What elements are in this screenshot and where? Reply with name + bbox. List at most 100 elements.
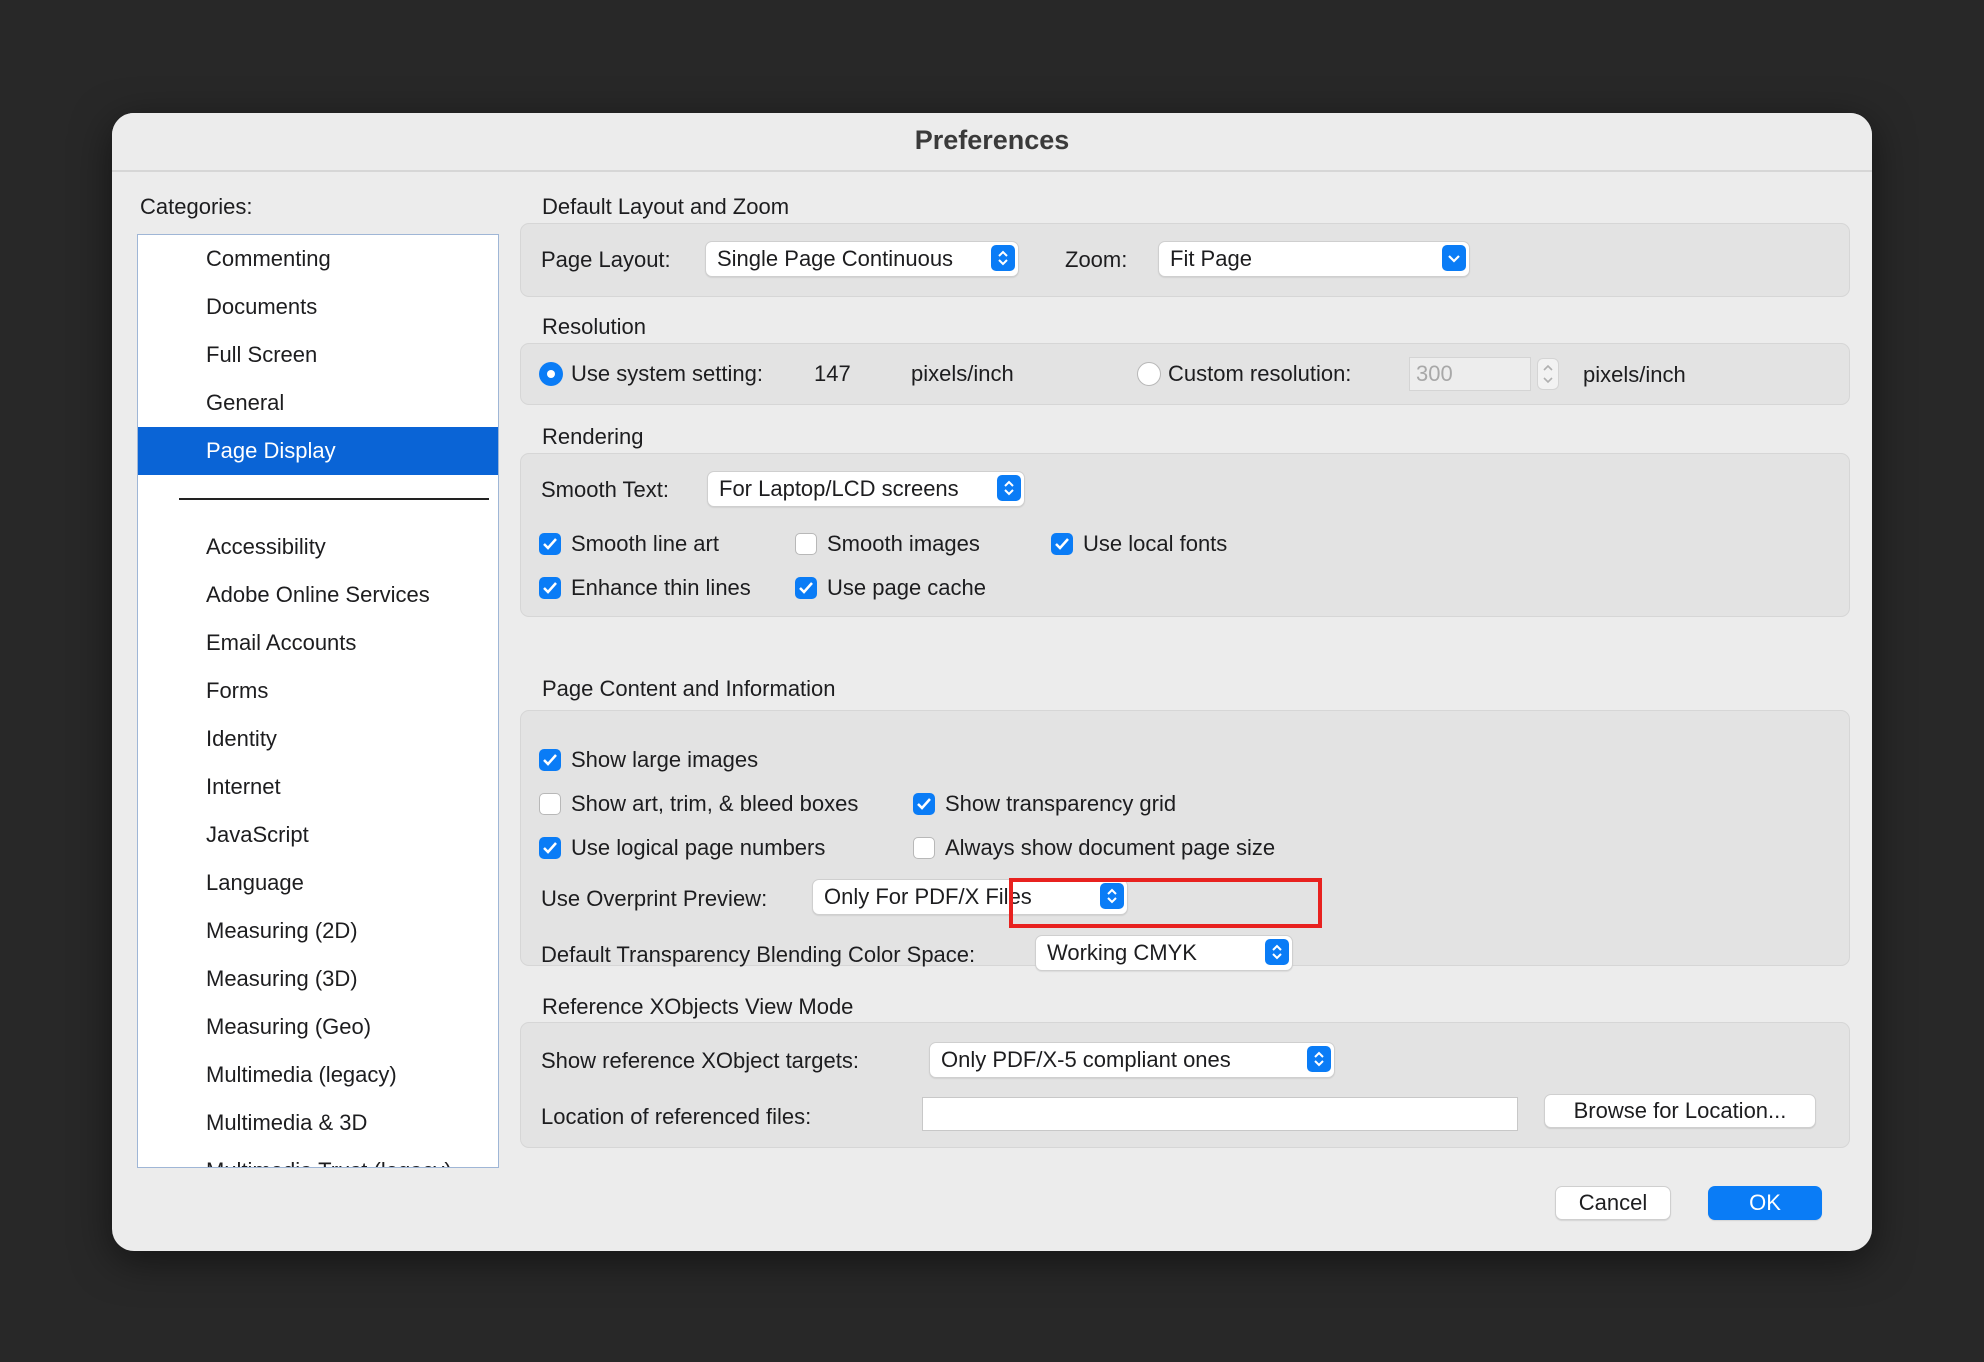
rendering-group: Smooth Text: For Laptop/LCD screens Smoo… [520, 453, 1850, 617]
smooth-text-label: Smooth Text: [541, 477, 669, 502]
category-item-adobe-online-services[interactable]: Adobe Online Services [138, 571, 498, 619]
resolution-group: Use system setting: 147 pixels/inch Cust… [520, 343, 1850, 405]
use-system-setting-radio[interactable] [539, 362, 563, 386]
blending-color-space-label: Default Transparency Blending Color Spac… [541, 942, 976, 967]
always-show-page-size-checkbox[interactable] [913, 837, 935, 859]
checkmark-icon [1055, 538, 1069, 550]
category-item-multimedia-3d[interactable]: Multimedia & 3D [138, 1099, 498, 1147]
up-down-arrows-icon [1265, 939, 1289, 965]
up-down-arrows-icon [1307, 1046, 1331, 1072]
custom-resolution-label: Custom resolution: [1168, 361, 1352, 386]
smooth-images-checkbox[interactable] [795, 533, 817, 555]
location-referenced-files-field[interactable] [922, 1097, 1518, 1131]
checkmark-icon [543, 842, 557, 854]
title-bar: Preferences [112, 113, 1872, 172]
zoom-label: Zoom: [1065, 247, 1128, 272]
category-item-forms[interactable]: Forms [138, 667, 498, 715]
ok-button[interactable]: OK [1708, 1186, 1822, 1220]
page-layout-value: Single Page Continuous [717, 246, 954, 271]
smooth-text-value: For Laptop/LCD screens [719, 476, 959, 501]
always-show-page-size-label: Always show document page size [945, 835, 1276, 860]
chevron-down-icon [1442, 245, 1466, 271]
zoom-select[interactable]: Fit Page [1158, 241, 1470, 277]
category-item-multimedia-legacy[interactable]: Multimedia (legacy) [138, 1051, 498, 1099]
smooth-line-art-checkbox[interactable] [539, 533, 561, 555]
checkmark-icon [543, 538, 557, 550]
category-item-full-screen[interactable]: Full Screen [138, 331, 498, 379]
use-logical-page-numbers-label: Use logical page numbers [571, 835, 826, 860]
highlight-box [1009, 878, 1322, 928]
checkmark-icon [543, 754, 557, 766]
category-item-measuring-3d[interactable]: Measuring (3D) [138, 955, 498, 1003]
category-item-language[interactable]: Language [138, 859, 498, 907]
use-page-cache-label: Use page cache [827, 575, 986, 600]
custom-resolution-value: 300 [1416, 361, 1453, 386]
page-content-heading: Page Content and Information [542, 676, 836, 701]
cancel-button[interactable]: Cancel [1555, 1186, 1671, 1220]
preferences-dialog: Preferences Categories: Commenting Docum… [112, 113, 1872, 1251]
page-layout-select[interactable]: Single Page Continuous [705, 241, 1019, 277]
use-page-cache-checkbox[interactable] [795, 577, 817, 599]
show-large-images-label: Show large images [571, 747, 759, 772]
category-item-javascript[interactable]: JavaScript [138, 811, 498, 859]
use-system-setting-label: Use system setting: [571, 361, 763, 386]
up-down-arrows-icon [991, 245, 1015, 271]
custom-resolution-field[interactable]: 300 [1409, 357, 1531, 391]
checkmark-icon [917, 798, 931, 810]
categories-label: Categories: [140, 194, 253, 219]
zoom-value: Fit Page [1170, 246, 1252, 271]
resolution-stepper[interactable] [1537, 358, 1559, 390]
browse-location-button[interactable]: Browse for Location... [1544, 1094, 1816, 1128]
use-local-fonts-checkbox[interactable] [1051, 533, 1073, 555]
blending-color-space-select[interactable]: Working CMYK [1035, 935, 1293, 971]
layout-zoom-heading: Default Layout and Zoom [542, 194, 790, 219]
rendering-heading: Rendering [542, 424, 644, 449]
stepper-arrows-icon [1543, 364, 1553, 384]
xobject-targets-value: Only PDF/X-5 compliant ones [941, 1047, 1231, 1072]
category-item-page-display[interactable]: Page Display [138, 427, 498, 475]
categories-list[interactable]: Commenting Documents Full Screen General… [137, 234, 499, 1168]
category-item-multimedia-trust-legacy[interactable]: Multimedia Trust (legacy) [138, 1147, 498, 1167]
use-local-fonts-label: Use local fonts [1083, 531, 1228, 556]
up-down-arrows-icon [997, 475, 1021, 501]
custom-resolution-unit: pixels/inch [1583, 362, 1686, 387]
use-logical-page-numbers-checkbox[interactable] [539, 837, 561, 859]
system-resolution-unit: pixels/inch [911, 361, 1014, 386]
show-transparency-grid-checkbox[interactable] [913, 793, 935, 815]
checkmark-icon [543, 582, 557, 594]
enhance-thin-lines-checkbox[interactable] [539, 577, 561, 599]
xobject-targets-label: Show reference XObject targets: [541, 1048, 859, 1073]
xobjects-group: Show reference XObject targets: Only PDF… [520, 1022, 1850, 1148]
checkmark-icon [799, 582, 813, 594]
xobjects-heading: Reference XObjects View Mode [542, 994, 854, 1019]
category-item-measuring-geo[interactable]: Measuring (Geo) [138, 1003, 498, 1051]
category-item-internet[interactable]: Internet [138, 763, 498, 811]
show-art-trim-bleed-label: Show art, trim, & bleed boxes [571, 791, 859, 816]
system-resolution-value: 147 [814, 361, 851, 386]
location-referenced-files-label: Location of referenced files: [541, 1104, 812, 1129]
category-item-general[interactable]: General [138, 379, 498, 427]
category-item-documents[interactable]: Documents [138, 283, 498, 331]
dialog-title: Preferences [914, 125, 1070, 155]
show-art-trim-bleed-checkbox[interactable] [539, 793, 561, 815]
xobject-targets-select[interactable]: Only PDF/X-5 compliant ones [929, 1042, 1335, 1078]
category-item-accessibility[interactable]: Accessibility [138, 523, 498, 571]
show-transparency-grid-label: Show transparency grid [945, 791, 1177, 816]
enhance-thin-lines-label: Enhance thin lines [571, 575, 751, 600]
smooth-text-select[interactable]: For Laptop/LCD screens [707, 471, 1025, 507]
category-item-measuring-2d[interactable]: Measuring (2D) [138, 907, 498, 955]
category-item-identity[interactable]: Identity [138, 715, 498, 763]
page-layout-label: Page Layout: [541, 247, 671, 272]
blending-color-space-value: Working CMYK [1047, 940, 1197, 965]
overprint-preview-value: Only For PDF/X Files [824, 884, 1032, 909]
category-item-email-accounts[interactable]: Email Accounts [138, 619, 498, 667]
overprint-preview-label: Use Overprint Preview: [541, 886, 768, 911]
smooth-line-art-label: Smooth line art [571, 531, 719, 556]
show-large-images-checkbox[interactable] [539, 749, 561, 771]
resolution-heading: Resolution [542, 314, 646, 339]
category-item-commenting[interactable]: Commenting [138, 235, 498, 283]
layout-zoom-group: Page Layout: Single Page Continuous Zoom… [520, 223, 1850, 297]
smooth-images-label: Smooth images [827, 531, 980, 556]
custom-resolution-radio[interactable] [1137, 362, 1161, 386]
category-separator [179, 498, 489, 500]
